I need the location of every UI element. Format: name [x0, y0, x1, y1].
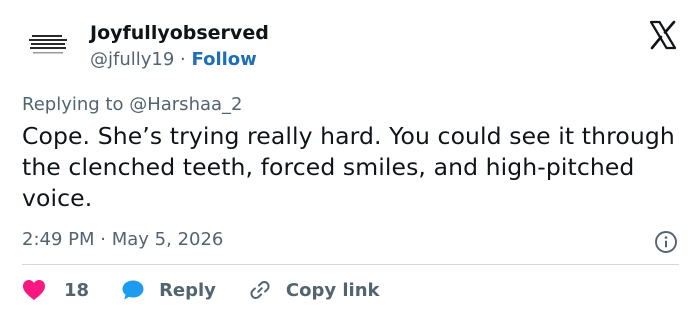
post-time: 2:49 PM	[22, 229, 95, 250]
reply-button[interactable]: Reply	[121, 279, 216, 301]
reply-label: Reply	[159, 279, 216, 301]
tweet-text: Cope. She’s trying really hard. You coul…	[22, 122, 675, 212]
author-handle-line: @jfully19 · Follow	[90, 49, 257, 70]
author-handle[interactable]: @jfully19	[90, 49, 174, 70]
follow-button[interactable]: Follow	[192, 49, 257, 70]
action-bar: 18 Reply Copy link	[22, 276, 380, 304]
info-icon[interactable]	[654, 230, 678, 254]
avatar[interactable]	[22, 22, 76, 76]
timestamp-line[interactable]: 2:49 PM · May 5, 2026	[22, 229, 223, 250]
copy-link-label: Copy link	[285, 279, 380, 301]
replying-to-mention[interactable]: @Harshaa_2	[129, 94, 242, 115]
copy-link-button[interactable]: Copy link	[248, 278, 380, 302]
post-date: May 5, 2026	[111, 229, 224, 250]
speech-bubble-icon	[121, 279, 145, 301]
handle-separator: ·	[180, 49, 186, 70]
replying-to-line: Replying to @Harshaa_2	[22, 94, 242, 115]
divider	[22, 264, 679, 265]
embedded-post-card: Joyfullyobserved @jfully19 · Follow Repl…	[0, 0, 700, 318]
like-button[interactable]: 18	[22, 279, 89, 301]
author-name[interactable]: Joyfullyobserved	[90, 22, 269, 44]
timestamp-separator: ·	[100, 229, 106, 250]
like-count: 18	[64, 279, 90, 301]
link-icon	[248, 278, 272, 302]
replying-to-prefix: Replying to	[22, 94, 124, 115]
x-logo-icon[interactable]	[648, 20, 678, 50]
heart-icon	[22, 279, 46, 301]
